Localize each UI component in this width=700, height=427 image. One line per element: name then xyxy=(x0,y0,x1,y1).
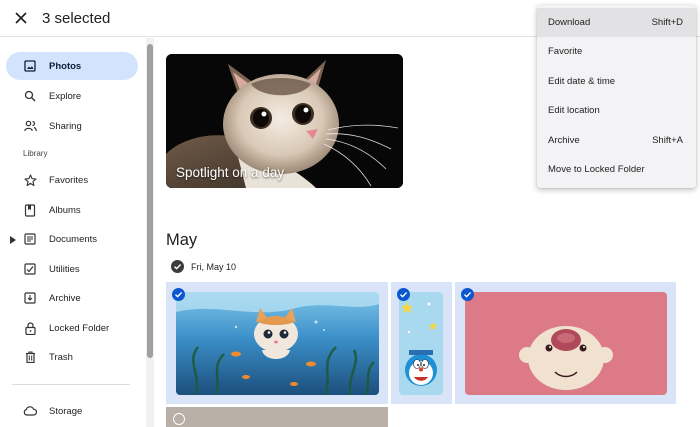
month-heading: May xyxy=(166,231,198,249)
sidebar-item-label: Explore xyxy=(49,90,82,102)
menu-item-label: Edit date & time xyxy=(548,76,616,87)
sidebar-item-archive[interactable]: Archive xyxy=(6,284,138,312)
date-group-header: Fri, May 10 xyxy=(171,260,236,273)
sidebar-item-utilities[interactable]: Utilities xyxy=(6,255,138,283)
selected-check-icon[interactable] xyxy=(461,288,474,301)
archive-icon xyxy=(23,291,37,305)
menu-item-label: Favorite xyxy=(548,46,583,57)
album-icon xyxy=(23,203,37,217)
sidebar: Photos Explore Sharing Library Favorites… xyxy=(0,38,146,427)
trash-icon xyxy=(23,350,37,364)
library-heading: Library xyxy=(23,149,48,158)
sidebar-item-sharing[interactable]: Sharing xyxy=(6,112,138,140)
sidebar-item-label: Archive xyxy=(49,292,81,304)
sidebar-item-label: Photos xyxy=(49,60,82,72)
sidebar-item-label: Favorites xyxy=(49,174,89,186)
photo-icon xyxy=(23,59,37,73)
doraemon-photo xyxy=(399,292,443,395)
sidebar-item-label: Albums xyxy=(49,204,81,216)
sidebar-item-label: Locked Folder xyxy=(49,322,110,334)
photo-tile-selected[interactable] xyxy=(166,282,388,404)
kitten-underwater-photo xyxy=(176,292,379,395)
selected-check-icon[interactable] xyxy=(172,288,185,301)
sidebar-item-documents[interactable]: Documents xyxy=(6,225,138,253)
sidebar-item-label: Sharing xyxy=(49,120,82,132)
photo-tile-selected[interactable] xyxy=(455,282,676,404)
menu-item-label: Download xyxy=(548,17,591,28)
cloud-icon xyxy=(23,404,37,418)
sidebar-item-locked-folder[interactable]: Locked Folder xyxy=(6,314,138,342)
photo-tile-selected[interactable] xyxy=(391,282,452,404)
utilities-icon xyxy=(23,262,37,276)
sidebar-item-label: Storage xyxy=(49,405,83,417)
sidebar-divider xyxy=(12,384,130,385)
pink-bear-photo xyxy=(465,292,667,395)
close-icon xyxy=(15,12,27,24)
check-circle-icon[interactable] xyxy=(171,260,184,273)
photo-tile[interactable] xyxy=(166,407,388,427)
menu-item-shortcut: Shift+D xyxy=(651,17,683,28)
star-icon xyxy=(23,173,37,187)
date-label: Fri, May 10 xyxy=(191,261,237,272)
sidebar-item-favorites[interactable]: Favorites xyxy=(6,166,138,194)
spotlight-card[interactable]: Spotlight on a day xyxy=(166,54,403,188)
select-circle-icon[interactable] xyxy=(173,413,185,425)
sidebar-scrollbar-thumb[interactable] xyxy=(147,44,153,358)
search-icon xyxy=(23,89,37,103)
menu-item-archive[interactable]: Archive Shift+A xyxy=(537,126,696,155)
sidebar-item-trash[interactable]: Trash xyxy=(6,343,138,371)
sidebar-item-label: Utilities xyxy=(49,263,80,275)
sidebar-item-label: Trash xyxy=(49,351,73,363)
document-icon xyxy=(23,232,37,246)
menu-item-move-to-locked-folder[interactable]: Move to Locked Folder xyxy=(537,155,696,184)
menu-item-download[interactable]: Download Shift+D xyxy=(537,8,696,37)
menu-item-label: Edit location xyxy=(548,105,600,116)
sidebar-item-albums[interactable]: Albums xyxy=(6,196,138,224)
close-selection-button[interactable] xyxy=(7,4,35,32)
sidebar-item-photos[interactable]: Photos xyxy=(6,52,138,80)
selected-count: 3 selected xyxy=(42,9,111,27)
menu-item-shortcut: Shift+A xyxy=(652,135,683,146)
selected-check-icon[interactable] xyxy=(397,288,410,301)
sidebar-item-label: Documents xyxy=(49,233,98,245)
menu-item-edit-date-time[interactable]: Edit date & time xyxy=(537,67,696,96)
spotlight-title: Spotlight on a day xyxy=(176,165,285,180)
menu-item-label: Move to Locked Folder xyxy=(548,164,645,175)
more-options-menu: Download Shift+D Favorite Edit date & ti… xyxy=(537,5,696,188)
menu-item-edit-location[interactable]: Edit location xyxy=(537,96,696,125)
people-icon xyxy=(23,119,37,133)
sidebar-item-storage[interactable]: Storage xyxy=(6,397,138,425)
sidebar-item-explore[interactable]: Explore xyxy=(6,82,138,110)
lock-icon xyxy=(23,321,37,335)
menu-item-label: Archive xyxy=(548,135,580,146)
menu-item-favorite[interactable]: Favorite xyxy=(537,37,696,66)
